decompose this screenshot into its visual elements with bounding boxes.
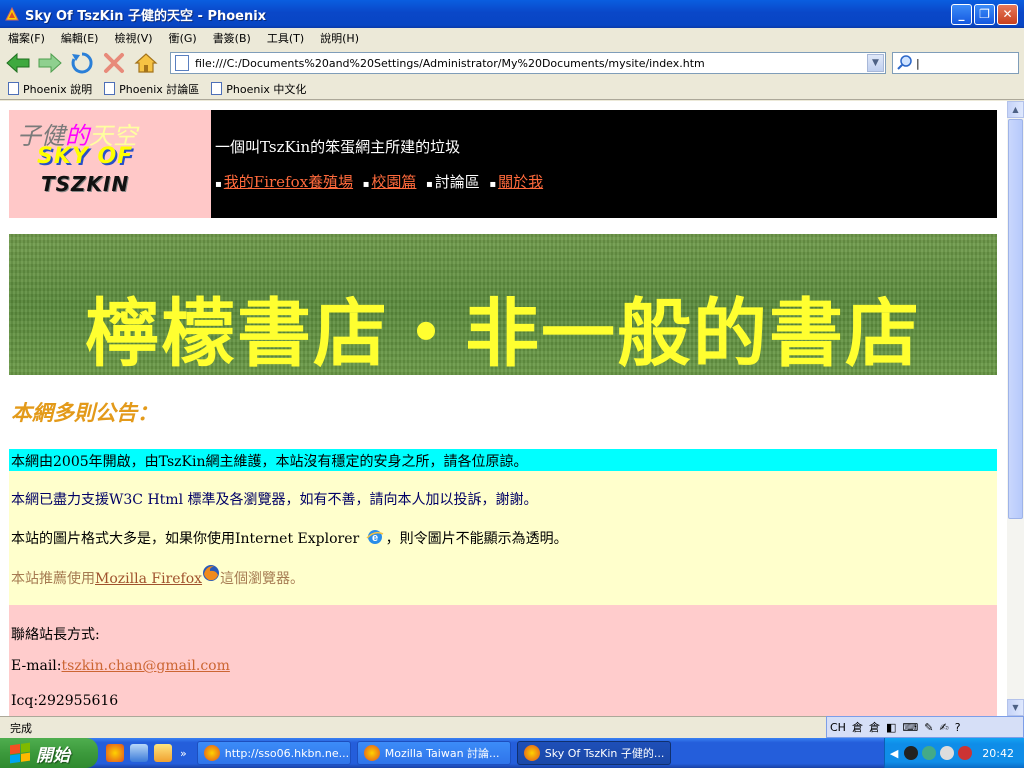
help-icon[interactable]: ?	[955, 721, 961, 734]
search-input[interactable]: |	[916, 57, 920, 70]
menu-bookmarks[interactable]: 書簽(B)	[205, 30, 259, 46]
internet-explorer-icon: e	[366, 528, 384, 546]
media-icon[interactable]	[154, 744, 172, 762]
bookmark-phoenix-forum[interactable]: Phoenix 討論區	[104, 81, 199, 97]
menu-help[interactable]: 說明(H)	[312, 30, 367, 46]
menu-bar: 檔案(F) 編輯(E) 檢視(V) 衝(G) 書簽(B) 工具(T) 說明(H)	[0, 28, 1024, 48]
stop-icon	[104, 53, 124, 73]
reload-button[interactable]	[66, 49, 98, 77]
nav-item-forum: 討論區	[434, 173, 480, 191]
phoenix-icon	[4, 6, 20, 22]
keyboard-icon[interactable]: ⌨	[902, 721, 918, 734]
home-icon	[134, 53, 158, 73]
page-icon	[104, 82, 116, 95]
clock: 20:42	[982, 746, 1014, 760]
network-icon[interactable]	[922, 746, 937, 760]
url-text[interactable]: file:///C:/Documents%20and%20Settings/Ad…	[195, 57, 867, 70]
page-icon	[8, 82, 19, 95]
contact-block: 聯絡站長方式: E-mail:tszkin.chan@gmail.com Icq…	[9, 605, 997, 716]
site-tagline: 一個叫TszKin的笨蛋網主所建的垃圾	[215, 138, 461, 156]
taskbar-item-sky-of-tszkin[interactable]: Sky Of TszKin 子健的...	[516, 741, 671, 765]
forward-arrow-icon	[38, 52, 62, 74]
vertical-scrollbar[interactable]: ▲ ▼	[1007, 101, 1024, 716]
menu-tools[interactable]: 工具(T)	[259, 30, 312, 46]
phoenix-icon	[523, 745, 540, 761]
banner-image[interactable]: 檸檬書店・非一般的書店	[9, 234, 997, 375]
search-icon	[897, 55, 912, 70]
volume-icon[interactable]	[940, 746, 955, 760]
language-bar[interactable]: CH 倉 倉 ◧ ⌨ ✎ ✍ ?	[826, 716, 1024, 738]
pen-icon[interactable]: ✎	[924, 721, 933, 734]
nav-link-firefox[interactable]: 我的Firefox養殖場	[224, 173, 353, 191]
firefox-link[interactable]: Mozilla Firefox	[95, 571, 202, 587]
quick-launch: »	[106, 744, 197, 762]
close-button[interactable]: ✕	[997, 3, 1018, 25]
maximize-button[interactable]: ❐	[974, 3, 995, 25]
stop-button[interactable]	[98, 49, 130, 77]
tray-collapse-icon[interactable]: ◀	[890, 747, 898, 760]
back-arrow-icon	[6, 52, 30, 74]
home-button[interactable]	[130, 49, 162, 77]
url-dropdown-button[interactable]: ▼	[867, 54, 884, 72]
reload-icon	[71, 52, 93, 74]
input-method-mode-icon[interactable]: 倉	[869, 719, 880, 735]
bookmarks-toolbar: Phoenix 說明 Phoenix 討論區 Phoenix 中文化	[0, 78, 1024, 100]
notice-row-1: 本網由2005年開啟，由TszKin網主維護，本站沒有穩定的安身之所，請各位原諒…	[9, 449, 997, 471]
banner-text: 檸檬書店・非一般的書店	[85, 291, 921, 375]
menu-file[interactable]: 檔案(F)	[0, 30, 53, 46]
scroll-up-button[interactable]: ▲	[1007, 101, 1024, 118]
bookmark-phoenix-help[interactable]: Phoenix 說明	[8, 81, 92, 97]
minimize-button[interactable]: _	[951, 3, 972, 25]
back-button[interactable]	[2, 49, 34, 77]
page-content: 子健的天空 SKY OF TSZKIN 一個叫TszKin的笨蛋網主所建的垃圾 …	[0, 101, 1007, 716]
half-width-icon[interactable]: ◧	[886, 721, 896, 734]
window-title: Sky Of TszKin 子健的天空 - Phoenix	[25, 8, 267, 24]
notice-row-3: 本站的圖片格式大多是，如果你使用Internet Explorer e ，則令圖…	[11, 528, 568, 548]
email-link[interactable]: tszkin.chan@gmail.com	[62, 658, 230, 674]
taskbar: 開始 » http://sso06.hkbn.ne... Mozilla Tai…	[0, 738, 1024, 768]
nav-link-about[interactable]: 關於我	[498, 173, 543, 191]
forward-button[interactable]	[34, 49, 66, 77]
qq-icon[interactable]	[904, 746, 919, 760]
notice-block: 本網已盡力支援W3C Html 標準及各瀏覽器，如有不善，請向本人加以投訴，謝謝…	[9, 471, 997, 605]
site-header: 子健的天空 SKY OF TSZKIN 一個叫TszKin的笨蛋網主所建的垃圾 …	[9, 110, 997, 218]
scroll-thumb[interactable]	[1008, 119, 1023, 519]
site-nav: ▪ 我的Firefox養殖場 ▪ 校園篇 ▪ 討論區 ▪ 關於我	[215, 173, 544, 191]
bookmark-phoenix-chinese[interactable]: Phoenix 中文化	[211, 81, 306, 97]
notice-row-4: 本站推薦使用Mozilla Firefox 這個瀏覽器。	[11, 565, 304, 588]
notice-row-2: 本網已盡力支援W3C Html 標準及各瀏覽器，如有不善，請向本人加以投訴，謝謝…	[11, 492, 538, 508]
menu-go[interactable]: 衝(G)	[161, 30, 205, 46]
title-bar[interactable]: Sky Of TszKin 子健的天空 - Phoenix _ ❐ ✕	[0, 0, 1024, 28]
taskbar-item-hkbn[interactable]: http://sso06.hkbn.ne...	[196, 741, 351, 765]
start-button[interactable]: 開始	[0, 738, 98, 768]
language-indicator[interactable]: CH	[830, 721, 846, 734]
windows-logo-icon	[10, 742, 30, 764]
notice-title: 本網多則公告：	[11, 400, 158, 425]
search-box[interactable]: |	[892, 52, 1019, 74]
site-logo[interactable]: 子健的天空 SKY OF TSZKIN	[9, 110, 211, 218]
contact-title: 聯絡站長方式:	[11, 627, 100, 643]
navigation-toolbar: file:///C:/Documents%20and%20Settings/Ad…	[0, 48, 1024, 78]
scroll-down-button[interactable]: ▼	[1007, 699, 1024, 716]
menu-edit[interactable]: 編輯(E)	[53, 30, 107, 46]
quick-launch-expand-icon[interactable]: »	[180, 747, 187, 760]
system-tray: ◀ 20:42	[884, 738, 1024, 768]
url-bar[interactable]: file:///C:/Documents%20and%20Settings/Ad…	[170, 52, 886, 74]
phoenix-quicklaunch-icon[interactable]	[106, 744, 124, 762]
contact-icq: Icq:292955616	[11, 693, 119, 709]
page-icon	[211, 82, 223, 95]
phoenix-icon	[203, 745, 220, 761]
menu-view[interactable]: 檢視(V)	[106, 30, 160, 46]
status-text: 完成	[10, 721, 32, 735]
show-desktop-icon[interactable]	[130, 744, 148, 762]
phoenix-icon	[363, 745, 380, 761]
firefox-icon	[202, 564, 220, 582]
page-icon	[175, 55, 189, 71]
contact-email-row: E-mail:tszkin.chan@gmail.com	[11, 658, 230, 674]
handwriting-icon[interactable]: ✍	[939, 721, 948, 734]
taskbar-item-mozilla-taiwan[interactable]: Mozilla Taiwan 討論...	[356, 741, 511, 765]
antivirus-icon[interactable]	[958, 746, 973, 760]
input-method-icon[interactable]: 倉	[852, 719, 863, 735]
nav-link-campus[interactable]: 校園篇	[371, 173, 416, 191]
